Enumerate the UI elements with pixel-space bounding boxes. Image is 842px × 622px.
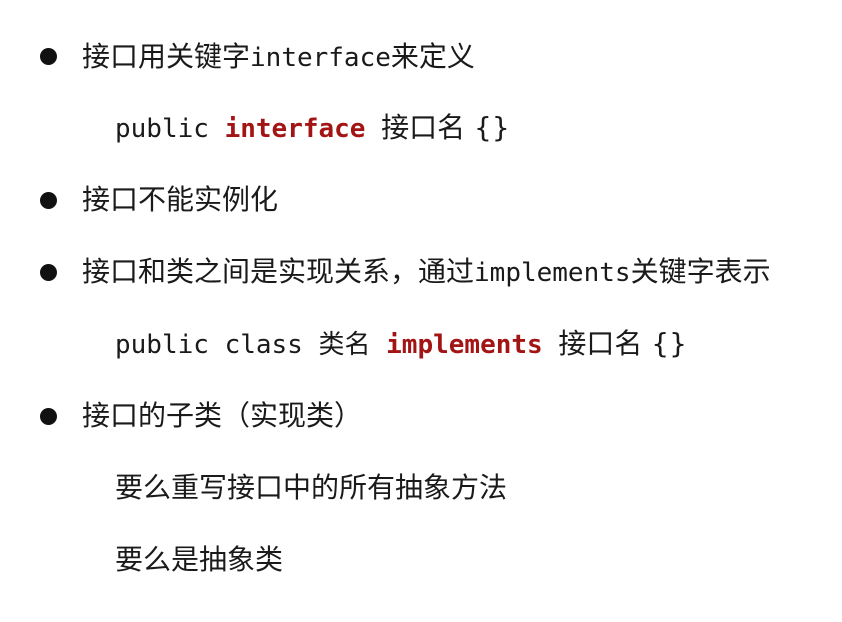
code-prefix: public class 类名 [115, 330, 371, 360]
bullet-cannot-instantiate: 接口不能实例化 [82, 180, 278, 220]
code-keyword: implements [386, 330, 543, 360]
sub-line-override-methods: 要么重写接口中的所有抽象方法 [115, 468, 507, 508]
bullet-dot-icon [40, 264, 57, 281]
code-suffix: 接口名 {} [558, 327, 687, 360]
bullet-text-suffix: 关键字表示 [630, 255, 771, 288]
bullet-code-term: interface [250, 43, 391, 73]
sub-line-text: 要么是抽象类 [115, 543, 284, 576]
code-line-interface-definition: public interface 接口名 {} [115, 108, 510, 149]
bullet-text-prefix: 接口和类之间是实现关系，通过 [82, 255, 475, 288]
code-keyword: interface [224, 114, 366, 144]
sub-line-abstract-class: 要么是抽象类 [115, 540, 283, 580]
bullet-dot-icon [40, 192, 57, 209]
bullet-text: 接口不能实例化 [82, 183, 279, 216]
bullet-implements-relation: 接口和类之间是实现关系，通过implements关键字表示 [82, 252, 771, 293]
bullet-text: 接口的子类（实现类） [82, 399, 363, 432]
code-suffix: 接口名 {} [381, 111, 510, 144]
code-prefix: public [115, 114, 209, 144]
bullet-text-prefix: 接口用关键字 [82, 40, 251, 73]
code-line-implements: public class 类名 implements 接口名 {} [115, 324, 687, 365]
bullet-interface-keyword: 接口用关键字interface来定义 [82, 37, 475, 78]
bullet-code-term: implements [474, 258, 631, 288]
bullet-dot-icon [40, 48, 57, 65]
bullet-dot-icon [40, 408, 57, 425]
bullet-subclass: 接口的子类（实现类） [82, 396, 362, 436]
bullet-text-suffix: 来定义 [390, 40, 475, 73]
sub-line-text: 要么重写接口中的所有抽象方法 [115, 471, 508, 504]
